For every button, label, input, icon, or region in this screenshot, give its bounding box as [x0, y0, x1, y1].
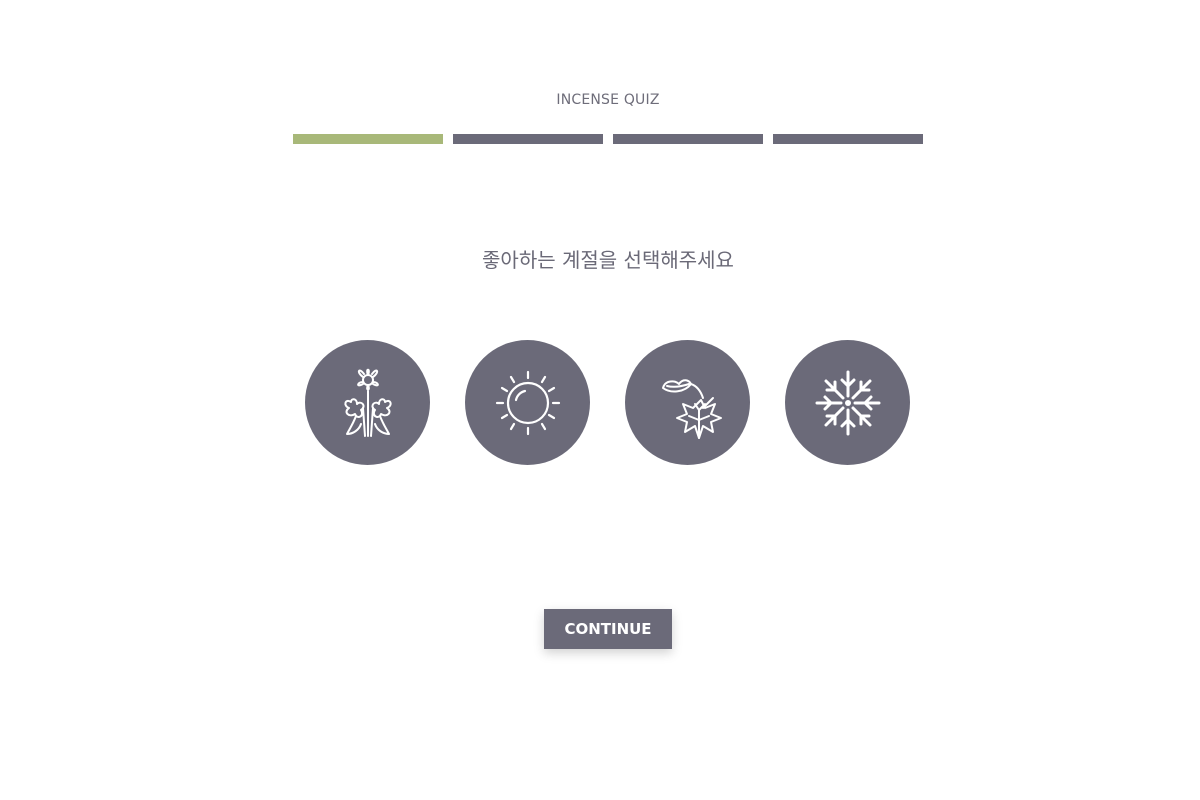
sun-icon: [495, 370, 560, 435]
quiz-page: INCENSE QUIZ 좋아하는 계절을 선택해주세요 CONTINUE: [0, 0, 1200, 800]
question-text: 좋아하는 계절을 선택해주세요: [482, 248, 734, 272]
season-option-summer[interactable]: [465, 340, 590, 465]
flower-icon: [343, 368, 392, 437]
progress-bar: [293, 134, 923, 144]
progress-step-4: [773, 134, 923, 144]
maple-leaf-icon: [661, 378, 722, 439]
progress-step-2: [453, 134, 603, 144]
season-option-autumn[interactable]: [625, 340, 750, 465]
season-option-winter[interactable]: [785, 340, 910, 465]
season-options: [305, 340, 910, 465]
quiz-title: INCENSE QUIZ: [556, 92, 660, 108]
season-option-spring[interactable]: [305, 340, 430, 465]
snowflake-icon: [815, 370, 880, 435]
progress-step-1: [293, 134, 443, 144]
progress-step-3: [613, 134, 763, 144]
continue-button[interactable]: CONTINUE: [544, 609, 672, 649]
